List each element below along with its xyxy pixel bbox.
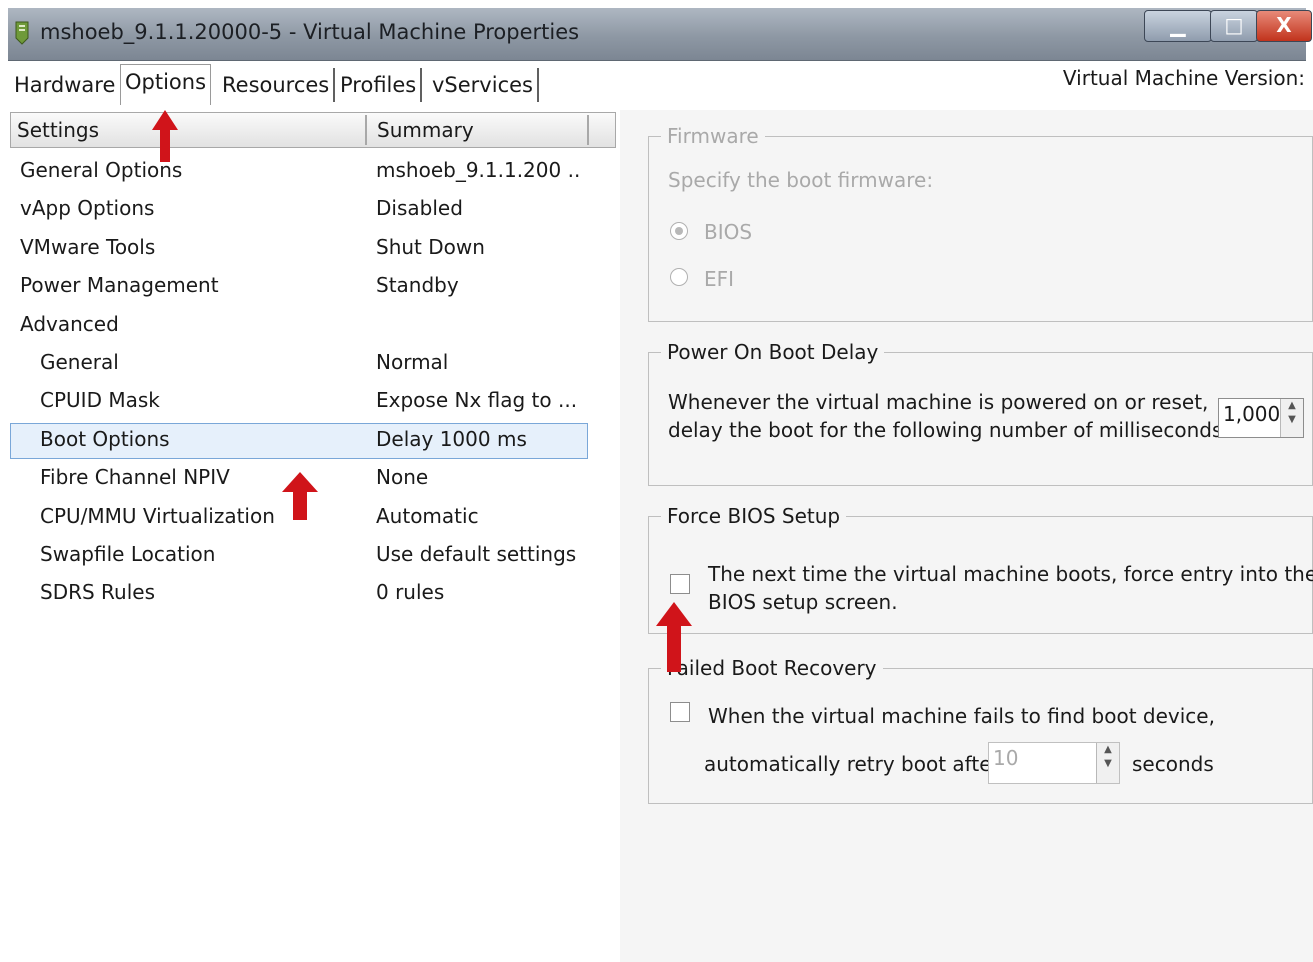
boot-options-panel: Firmware Specify the boot firmware: BIOS…	[620, 110, 1313, 962]
force-bios-setup-legend: Force BIOS Setup	[667, 504, 841, 528]
boot-delay-text-line2: delay the boot for the following number …	[668, 418, 1230, 442]
failed-boot-text-line2: automatically retry boot after	[704, 752, 1000, 776]
close-button[interactable]: X	[1256, 10, 1312, 42]
retry-delay-stepper[interactable]: 10 ▲ ▼	[988, 742, 1120, 784]
stepper-arrows-icon[interactable]: ▲ ▼	[1096, 743, 1119, 783]
setting-summary: 0 rules	[376, 580, 445, 605]
window-title: mshoeb_9.1.1.20000-5 - Virtual Machine P…	[40, 20, 580, 44]
list-item[interactable]: General Options mshoeb_9.1.1.200 ..	[10, 152, 614, 190]
boot-delay-text-line1: Whenever the virtual machine is powered …	[668, 390, 1209, 414]
setting-summary: None	[376, 465, 429, 490]
list-item[interactable]: CPUID Mask Expose Nx flag to ...	[10, 382, 614, 420]
setting-name: General	[40, 349, 119, 374]
setting-summary: Disabled	[376, 196, 463, 221]
annotation-arrow-icon	[656, 602, 692, 672]
setting-summary: Expose Nx flag to ...	[376, 388, 578, 413]
maximize-icon: □	[1224, 13, 1244, 37]
setting-summary: mshoeb_9.1.1.200 ..	[376, 158, 581, 182]
retry-delay-value: 10	[993, 746, 1019, 770]
failed-boot-text-line1: When the virtual machine fails to find b…	[708, 704, 1215, 728]
boot-delay-value: 1,000	[1223, 402, 1281, 426]
minimize-icon: ▁	[1170, 13, 1186, 37]
setting-name: Boot Options	[40, 426, 170, 451]
retry-delay-unit: seconds	[1132, 752, 1214, 776]
list-header: Settings Summary	[10, 112, 616, 148]
setting-name: Fibre Channel NPIV	[40, 465, 230, 490]
tab-hardware[interactable]: Hardware	[10, 68, 119, 102]
setting-summary: Use default settings	[376, 541, 577, 566]
list-item[interactable]: General Normal	[10, 344, 614, 382]
list-item[interactable]: vApp Options Disabled	[10, 190, 614, 228]
setting-name: vApp Options	[20, 196, 155, 221]
minimize-button[interactable]: ▁	[1144, 10, 1212, 42]
bios-label: BIOS	[704, 220, 753, 244]
setting-name: SDRS Rules	[40, 580, 155, 605]
efi-label: EFI	[704, 267, 735, 291]
failed-boot-recovery-group: Failed Boot Recovery	[648, 656, 1313, 804]
failed-boot-recovery-checkbox[interactable]	[670, 702, 690, 722]
list-item[interactable]: Advanced	[10, 306, 614, 344]
firmware-legend: Firmware	[667, 124, 759, 148]
setting-name: VMware Tools	[20, 234, 156, 259]
close-icon: X	[1276, 13, 1292, 37]
setting-name: CPU/MMU Virtualization	[40, 503, 275, 528]
tab-profiles[interactable]: Profiles	[336, 68, 423, 102]
list-item-selected[interactable]: Boot Options Delay 1000 ms	[10, 421, 614, 459]
force-bios-setup-checkbox[interactable]	[670, 574, 690, 594]
setting-summary: Normal	[376, 349, 449, 374]
setting-name: CPUID Mask	[40, 388, 160, 413]
tab-vservices[interactable]: vServices	[428, 68, 539, 102]
annotation-arrow-icon	[152, 110, 178, 162]
list-item[interactable]: Swapfile Location Use default settings	[10, 536, 614, 574]
setting-summary: Standby	[376, 273, 459, 298]
failed-boot-recovery-legend: Failed Boot Recovery	[667, 656, 877, 680]
setting-name: Swapfile Location	[40, 541, 216, 566]
column-header-settings[interactable]: Settings	[11, 113, 99, 147]
bios-radio[interactable]	[670, 222, 688, 240]
setting-summary: Shut Down	[376, 234, 485, 259]
column-divider[interactable]	[365, 115, 367, 145]
setting-name: Advanced	[20, 311, 119, 336]
firmware-prompt: Specify the boot firmware:	[668, 168, 934, 192]
boot-delay-stepper[interactable]: 1,000 ▲ ▼	[1218, 398, 1304, 438]
settings-list: General Options mshoeb_9.1.1.200 .. vApp …	[10, 152, 614, 613]
list-item[interactable]: SDRS Rules 0 rules	[10, 574, 614, 612]
setting-summary: Delay 1000 ms	[376, 426, 527, 451]
maximize-button[interactable]: □	[1210, 10, 1258, 42]
column-header-summary[interactable]: Summary	[371, 113, 474, 147]
efi-radio[interactable]	[670, 268, 688, 286]
power-on-boot-delay-legend: Power On Boot Delay	[667, 340, 879, 364]
column-divider[interactable]	[587, 115, 589, 145]
tab-resources[interactable]: Resources	[218, 68, 336, 102]
annotation-arrow-icon	[282, 472, 318, 520]
force-bios-text-line1: The next time the virtual machine boots,…	[708, 562, 1313, 586]
setting-name: Power Management	[20, 273, 219, 298]
force-bios-text-line2: BIOS setup screen.	[708, 590, 898, 614]
list-item[interactable]: Power Management Standby	[10, 267, 614, 305]
vm-version-label: Virtual Machine Version:	[1062, 66, 1305, 90]
vm-app-icon	[15, 21, 29, 45]
list-item[interactable]: VMware Tools Shut Down	[10, 229, 614, 267]
stepper-arrows-icon[interactable]: ▲ ▼	[1280, 399, 1303, 437]
tab-options[interactable]: Options	[120, 64, 212, 105]
title-bar: mshoeb_9.1.1.20000-5 - Virtual Machine P…	[8, 8, 1312, 61]
setting-summary: Automatic	[376, 503, 479, 528]
